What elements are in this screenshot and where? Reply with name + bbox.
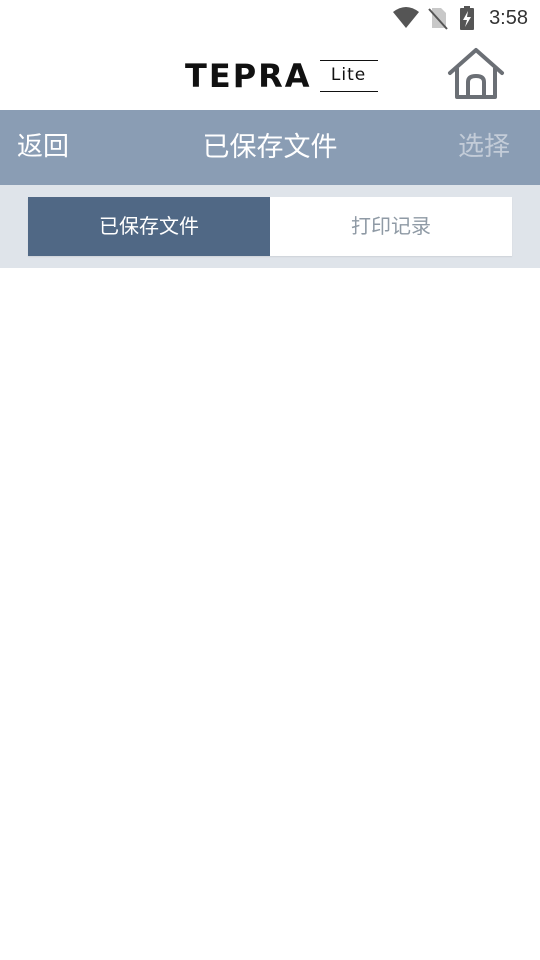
- tab-print-history[interactable]: 打印记录: [270, 197, 512, 256]
- logo-sub-text: Lite: [319, 60, 378, 92]
- tepra-lite-logo: TEPRA Lite: [185, 56, 378, 96]
- battery-charging-icon: [459, 6, 475, 34]
- logo-main-text: TEPRA: [185, 57, 312, 95]
- status-time: 3:58: [489, 7, 528, 29]
- screen: 3:58 TEPRA Lite 已保存文件 返回 选择 已保存文件 打印记录: [0, 0, 540, 960]
- tab-group: 已保存文件 打印记录: [28, 197, 512, 256]
- app-header: TEPRA Lite: [0, 36, 540, 110]
- tab-saved-files[interactable]: 已保存文件: [28, 197, 270, 256]
- select-button[interactable]: 选择: [458, 110, 510, 185]
- tab-strip: 已保存文件 打印记录: [0, 185, 540, 268]
- nav-bar: 已保存文件 返回 选择: [0, 110, 540, 185]
- back-button[interactable]: 返回: [17, 110, 69, 185]
- saved-files-list: [0, 268, 540, 960]
- home-icon: [448, 48, 504, 99]
- home-button[interactable]: [446, 46, 506, 100]
- status-bar: 3:58: [0, 0, 540, 36]
- wifi-icon: [392, 6, 420, 34]
- no-sim-icon: [428, 6, 448, 34]
